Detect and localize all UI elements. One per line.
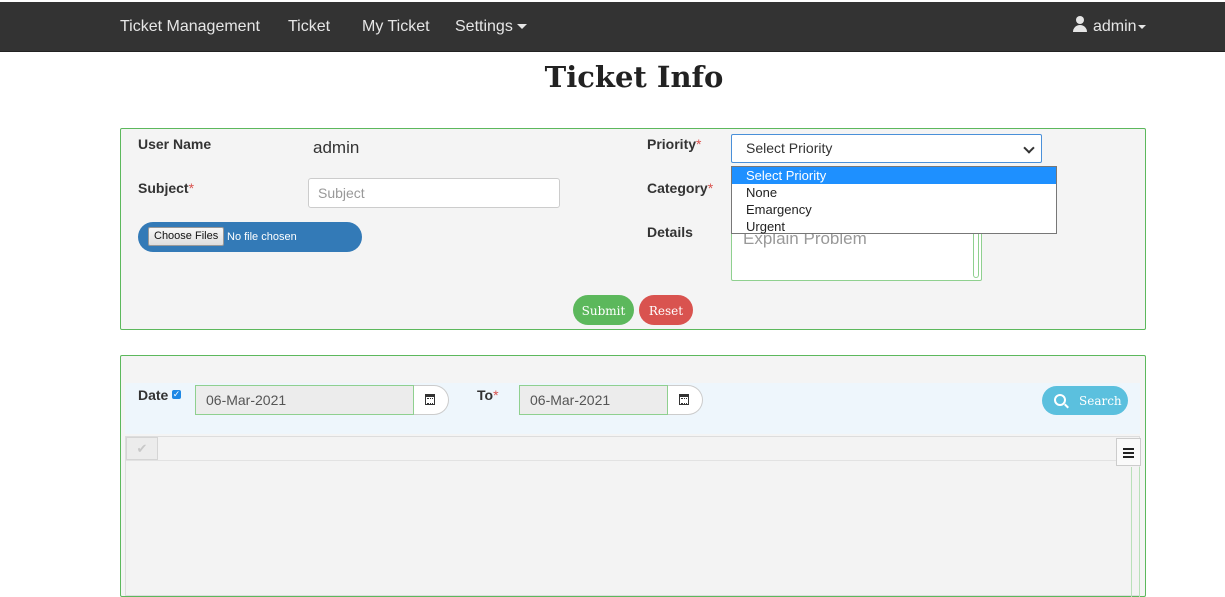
choose-files-button[interactable]: Choose Files: [148, 227, 225, 246]
user-name-label: User Name: [138, 136, 212, 152]
nav-brand[interactable]: Ticket Management: [120, 2, 260, 51]
chevron-down-icon: [1023, 142, 1035, 154]
priority-option-emargency[interactable]: Emargency: [732, 201, 1056, 218]
required-mark: *: [188, 180, 195, 196]
details-label: Details: [647, 224, 693, 240]
subject-input[interactable]: Subject: [308, 178, 560, 208]
select-all-checkbox[interactable]: ✔: [126, 437, 158, 460]
user-name-value: admin: [313, 138, 360, 157]
priority-select[interactable]: Select Priority: [731, 134, 1042, 163]
caret-down-icon: [516, 24, 527, 30]
priority-option-none[interactable]: None: [732, 184, 1056, 201]
date-from-calendar-button[interactable]: [414, 385, 449, 415]
to-label: To*: [477, 387, 499, 403]
user-icon: [1072, 16, 1088, 32]
search-button[interactable]: Search: [1042, 386, 1128, 415]
priority-option-urgent[interactable]: Urgent: [732, 218, 1056, 235]
file-status-text: No file chosen: [227, 231, 297, 243]
priority-label: Priority*: [647, 136, 702, 152]
caret-down-icon: [1137, 24, 1146, 29]
nav-user-menu[interactable]: admin: [1072, 2, 1146, 51]
category-label: Category*: [647, 180, 714, 196]
search-icon: [1054, 394, 1066, 406]
hamburger-icon: [1123, 448, 1134, 450]
nav-user-label: admin: [1093, 18, 1137, 35]
file-upload[interactable]: Choose Files No file chosen: [138, 222, 362, 252]
subject-label: Subject*: [138, 180, 195, 196]
required-mark: *: [707, 180, 714, 196]
nav-ticket[interactable]: Ticket: [288, 2, 330, 51]
calendar-icon: [425, 394, 435, 405]
calendar-icon: [679, 394, 689, 405]
date-from-input[interactable]: 06-Mar-2021: [195, 385, 414, 415]
date-to-input[interactable]: 06-Mar-2021: [519, 385, 668, 415]
ticket-grid: ✔: [125, 436, 1141, 597]
grid-menu-button[interactable]: [1116, 438, 1141, 466]
date-label: Date: [138, 387, 169, 403]
date-to-calendar-button[interactable]: [668, 385, 703, 415]
nav-settings[interactable]: Settings: [455, 2, 527, 51]
priority-selected-value: Select Priority: [746, 140, 833, 156]
page-title: Ticket Info: [544, 60, 724, 94]
nav-settings-label: Settings: [455, 18, 513, 35]
required-mark: *: [493, 387, 499, 403]
nav-my-ticket[interactable]: My Ticket: [362, 2, 430, 51]
grid-scrollbar[interactable]: [1131, 467, 1140, 597]
top-navbar: Ticket Management Ticket My Ticket Setti…: [0, 2, 1225, 52]
date-checkbox[interactable]: ✓: [172, 390, 181, 399]
required-mark: *: [696, 136, 702, 152]
grid-header: ✔: [126, 437, 1139, 461]
search-button-label: Search: [1079, 394, 1122, 408]
submit-button[interactable]: Submit: [573, 295, 634, 325]
priority-dropdown-list: Select Priority None Emargency Urgent: [731, 166, 1057, 234]
priority-option-select[interactable]: Select Priority: [732, 167, 1056, 184]
reset-button[interactable]: Reset: [639, 295, 693, 325]
